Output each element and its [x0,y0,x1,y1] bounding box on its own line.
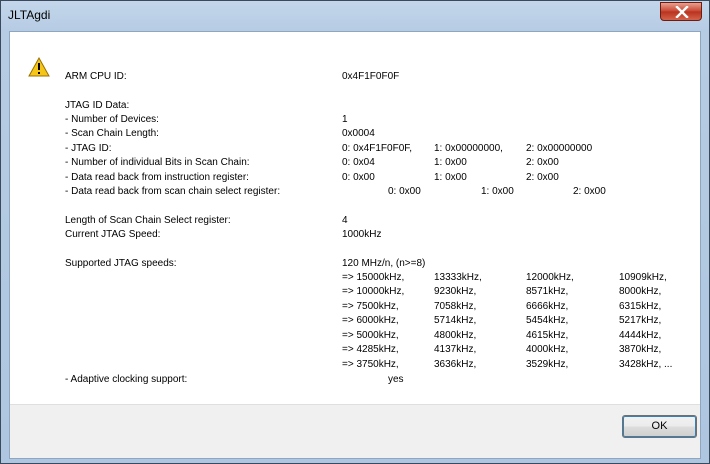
speed-cell: => 15000kHz, [342,272,405,283]
select-reg-length-label: Length of Scan Chain Select register: [65,215,231,226]
adaptive-clocking-value: yes [388,374,404,385]
speed-cell: => 7500kHz, [342,301,399,312]
close-icon [675,6,689,18]
bits-in-chain-value-1: 1: 0x00 [434,157,467,168]
cpu-id-value: 0x4F1F0F0F [342,71,400,82]
speed-cell: => 4285kHz, [342,344,399,355]
bits-in-chain-value-0: 0: 0x04 [342,157,375,168]
scan-chain-length-value: 0x0004 [342,128,375,139]
speed-cell: 4137kHz, [434,344,477,355]
instr-register-value-2: 2: 0x00 [526,172,559,183]
dialog-window: JLTAgdi ARM CPU ID: 0x4F1F0F0F JTAG ID D… [0,0,710,464]
dialog-footer: OK [10,404,700,458]
current-speed-value: 1000kHz [342,229,382,240]
supported-speeds-header: 120 MHz/n, (n>=8) [342,258,426,269]
speed-cell: 3870kHz, [619,344,662,355]
supported-speeds-label: Supported JTAG speeds: [65,258,177,269]
speed-cell: 13333kHz, [434,272,482,283]
speed-cell: 4000kHz, [526,344,569,355]
ok-button[interactable]: OK [622,415,697,438]
current-speed-label: Current JTAG Speed: [65,229,161,240]
title-bar[interactable]: JLTAgdi [1,1,709,29]
speed-cell: 12000kHz, [526,272,574,283]
speed-cell: 6315kHz, [619,301,662,312]
speed-cell: 3428kHz, ... [619,359,673,370]
bits-in-chain-label: - Number of individual Bits in Scan Chai… [65,157,250,168]
cpu-id-label: ARM CPU ID: [65,71,127,82]
close-button[interactable] [660,2,702,21]
speed-cell: => 6000kHz, [342,315,399,326]
select-register-value-0: 0: 0x00 [388,186,421,197]
speed-cell: => 5000kHz, [342,330,399,341]
select-register-label: - Data read back from scan chain select … [65,186,281,197]
warning-icon [28,57,50,77]
speed-cell: 4615kHz, [526,330,569,341]
select-register-value-1: 1: 0x00 [481,186,514,197]
window-title: JLTAgdi [8,8,51,22]
speed-cell: 4444kHz, [619,330,662,341]
instr-register-value-0: 0: 0x00 [342,172,375,183]
scan-chain-length-label: - Scan Chain Length: [65,128,159,139]
speed-cell: 5714kHz, [434,315,477,326]
select-reg-length-value: 4 [342,215,348,226]
speed-cell: 7058kHz, [434,301,477,312]
speed-cell: 4800kHz, [434,330,477,341]
jtag-section-label: JTAG ID Data: [65,100,130,111]
speed-cell: => 3750kHz, [342,359,399,370]
adaptive-clocking-label: - Adaptive clocking support: [65,374,188,385]
speed-cell: 9230kHz, [434,286,477,297]
speed-cell: 8571kHz, [526,286,569,297]
speed-cell: 8000kHz, [619,286,662,297]
instr-register-value-1: 1: 0x00 [434,172,467,183]
jtag-id-value-2: 2: 0x00000000 [526,143,593,154]
speed-cell: 5217kHz, [619,315,662,326]
speed-cell: => 10000kHz, [342,286,405,297]
speed-cell: 10909kHz, [619,272,667,283]
jtag-id-value-0: 0: 0x4F1F0F0F, [342,143,413,154]
dialog-content: ARM CPU ID: 0x4F1F0F0F JTAG ID Data: - N… [9,31,701,459]
bits-in-chain-value-2: 2: 0x00 [526,157,559,168]
instr-register-label: - Data read back from instruction regist… [65,172,249,183]
speed-cell: 3636kHz, [434,359,477,370]
jtag-id-label: - JTAG ID: [65,143,112,154]
speed-cell: 3529kHz, [526,359,569,370]
num-devices-label: - Number of Devices: [65,114,159,125]
jtag-id-value-1: 1: 0x00000000, [434,143,503,154]
speed-cell: 5454kHz, [526,315,569,326]
select-register-value-2: 2: 0x00 [573,186,606,197]
num-devices-value: 1 [342,114,348,125]
speed-cell: 6666kHz, [526,301,569,312]
